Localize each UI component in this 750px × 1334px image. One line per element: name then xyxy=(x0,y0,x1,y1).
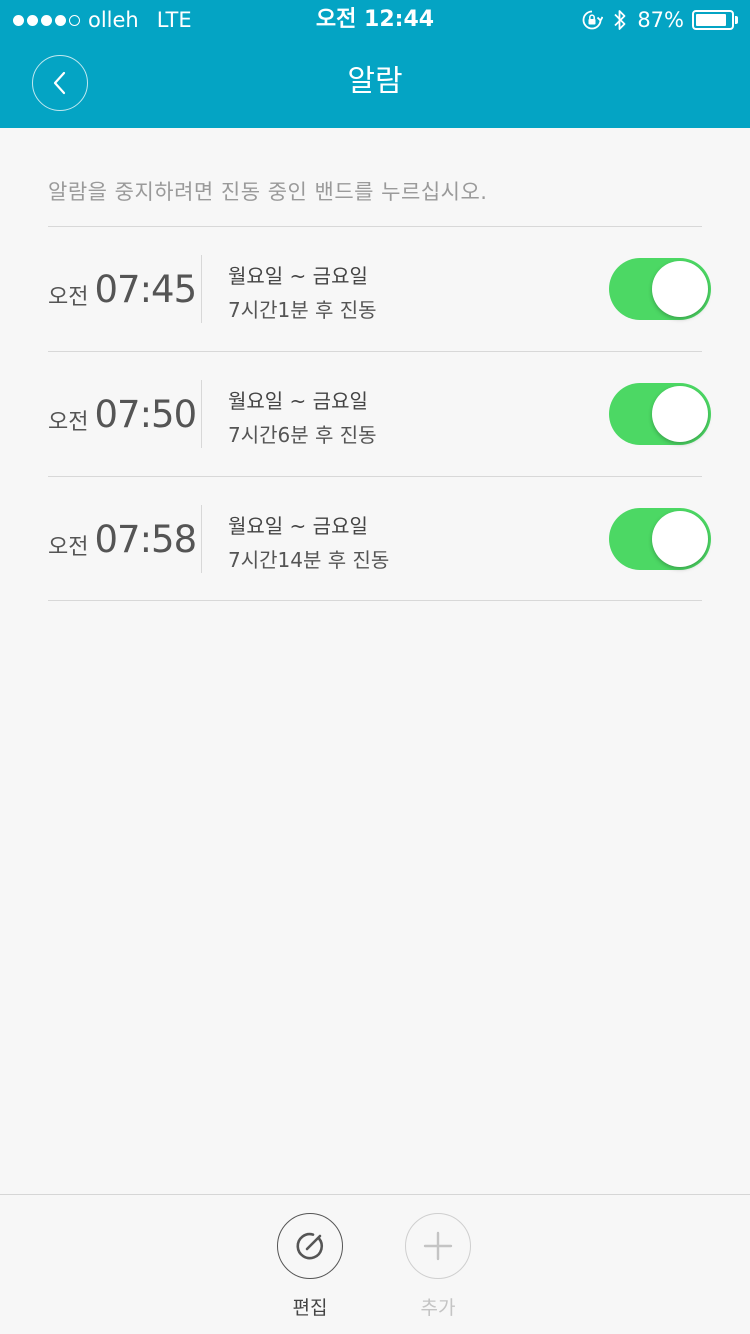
toggle-knob xyxy=(652,261,708,317)
battery-fill xyxy=(696,14,726,26)
toggle-knob xyxy=(652,386,708,442)
battery-body xyxy=(692,10,734,30)
alarm-time: 07:58 xyxy=(94,517,197,561)
alarm-time: 07:50 xyxy=(94,392,197,436)
add-button-circle xyxy=(405,1213,471,1279)
alarm-hint-text: 알람을 중지하려면 진동 중인 밴드를 누르십시오. xyxy=(48,180,488,204)
alarm-toggle[interactable] xyxy=(609,258,711,320)
alarm-time-group: 오전 07:45 xyxy=(48,227,197,351)
alarm-ampm: 오전 xyxy=(48,535,89,560)
alarm-ampm: 오전 xyxy=(48,410,89,435)
bottom-toolbar: 편집 추가 xyxy=(0,1194,750,1334)
status-right: 87% xyxy=(581,0,738,40)
alarm-toggle[interactable] xyxy=(609,383,711,445)
orientation-lock-icon xyxy=(581,9,604,31)
alarm-days: 월요일 ~ 금요일 xyxy=(228,264,368,288)
alarm-days: 월요일 ~ 금요일 xyxy=(228,514,368,538)
battery-tip xyxy=(735,16,738,24)
alarm-row[interactable]: 오전 07:58 월요일 ~ 금요일 7시간14분 후 진동 xyxy=(0,477,750,601)
vertical-divider xyxy=(201,380,202,448)
alarm-toggle[interactable] xyxy=(609,508,711,570)
header: olleh LTE 오전 12:44 87% 알람 xyxy=(0,0,750,128)
alarm-time: 07:45 xyxy=(94,267,197,311)
battery-percent: 87% xyxy=(637,8,684,32)
divider xyxy=(48,600,702,601)
alarm-time-group: 오전 07:58 xyxy=(48,477,197,601)
battery-icon xyxy=(692,10,738,30)
edit-icon xyxy=(293,1229,327,1263)
edit-label: 편집 xyxy=(292,1297,328,1319)
toggle-knob xyxy=(652,511,708,567)
vertical-divider xyxy=(201,255,202,323)
alarm-ampm: 오전 xyxy=(48,285,89,310)
alarm-remaining: 7시간1분 후 진동 xyxy=(228,298,377,322)
nav-bar: 알람 xyxy=(0,40,750,128)
alarm-row[interactable]: 오전 07:45 월요일 ~ 금요일 7시간1분 후 진동 xyxy=(0,227,750,351)
vertical-divider xyxy=(201,505,202,573)
bluetooth-icon xyxy=(613,8,627,32)
add-label: 추가 xyxy=(420,1297,456,1319)
edit-button-circle xyxy=(277,1213,343,1279)
alarm-days: 월요일 ~ 금요일 xyxy=(228,389,368,413)
alarm-remaining: 7시간14분 후 진동 xyxy=(228,548,390,572)
alarm-time-group: 오전 07:50 xyxy=(48,352,197,476)
page-title: 알람 xyxy=(347,64,403,99)
status-bar: olleh LTE 오전 12:44 87% xyxy=(0,0,750,40)
plus-icon xyxy=(423,1231,453,1261)
alarm-remaining: 7시간6분 후 진동 xyxy=(228,423,377,447)
edit-button[interactable]: 편집 xyxy=(260,1213,360,1320)
alarm-row[interactable]: 오전 07:50 월요일 ~ 금요일 7시간6분 후 진동 xyxy=(0,352,750,476)
add-button[interactable]: 추가 xyxy=(388,1213,488,1320)
